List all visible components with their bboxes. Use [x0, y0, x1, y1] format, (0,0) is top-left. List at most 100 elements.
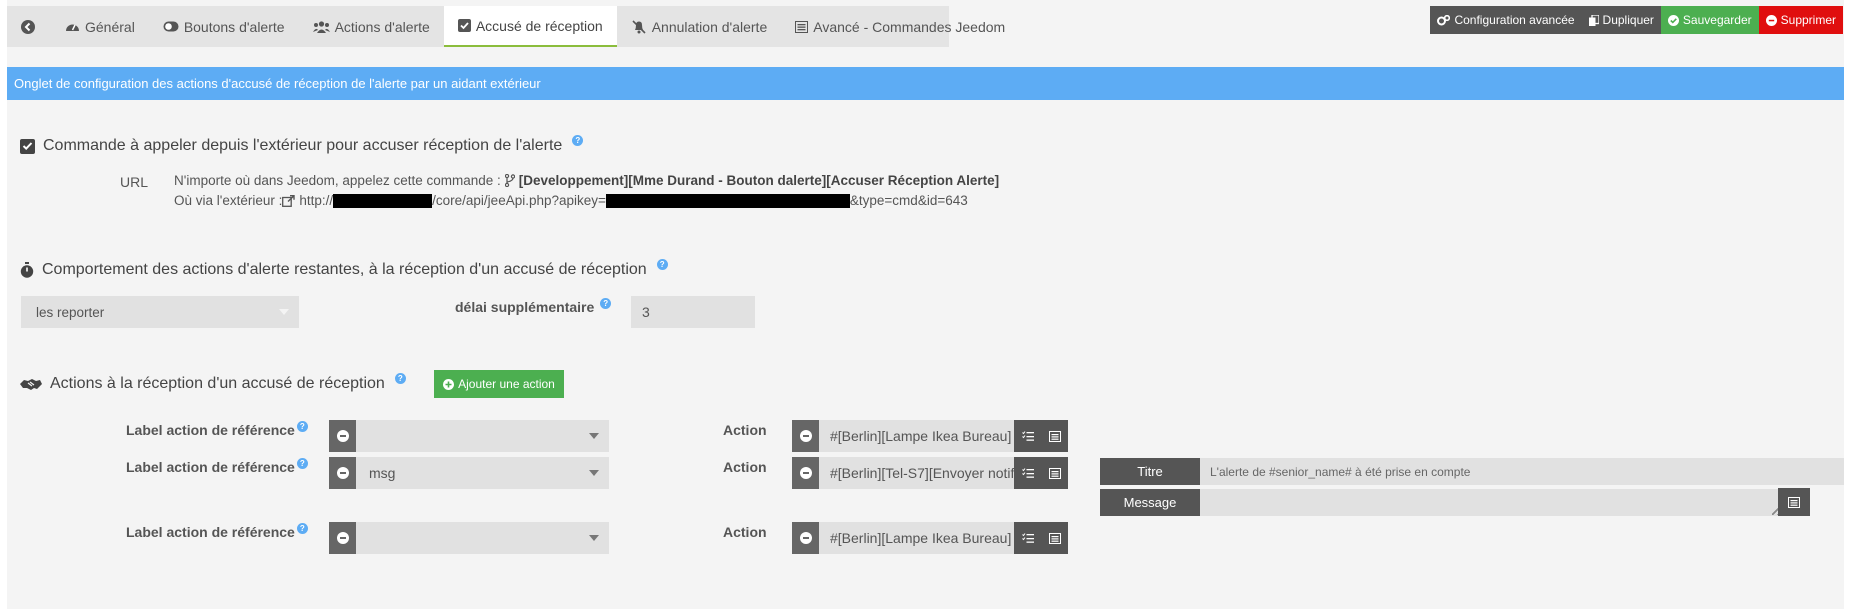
command-section-title: Commande à appeler depuis l'extérieur po…	[43, 137, 563, 154]
select-cmd-button-2[interactable]	[1041, 457, 1068, 489]
select-cmd-button-3[interactable]	[1041, 522, 1068, 554]
select-action-button-1[interactable]	[1014, 420, 1041, 452]
select-action-button-3[interactable]	[1014, 522, 1041, 554]
tab-boutons-alerte[interactable]: Boutons d'alerte	[149, 6, 299, 47]
external-url-prefix: Où via l'extérieur :	[174, 193, 283, 208]
delay-label-wrap: délai supplémentaire ?	[455, 298, 612, 315]
remove-ref-button-1[interactable]	[329, 420, 356, 452]
command-enable-checkbox[interactable]	[20, 138, 35, 154]
actions-section-title: Actions à la réception d'un accusé de ré…	[50, 375, 385, 392]
users-icon	[312, 20, 330, 33]
advanced-config-button[interactable]: Configuration avancée	[1430, 6, 1582, 34]
list-alt-icon	[1048, 532, 1061, 544]
chevron-down-icon	[589, 433, 599, 439]
delete-button[interactable]: Supprimer	[1758, 6, 1843, 34]
code-fork-icon	[504, 174, 515, 187]
handshake-icon	[20, 379, 42, 390]
check-circle-icon	[1667, 14, 1679, 26]
tab-bar: Général Boutons d'alerte Actions d'alert…	[7, 6, 1005, 47]
action-label-3: Action	[723, 524, 767, 540]
tab-general-label: Général	[85, 18, 135, 35]
minus-circle-icon	[336, 430, 349, 442]
actions-section-heading: Actions à la réception d'un accusé de ré…	[20, 372, 406, 393]
toolbar: Configuration avancée Dupliquer Sauvegar…	[1430, 6, 1843, 34]
check-icon	[22, 142, 33, 151]
behavior-section-title: Comportement des actions d'alerte restan…	[42, 261, 647, 278]
external-url-end[interactable]: &type=cmd&id=643	[850, 193, 968, 208]
duplicate-label: Dupliquer	[1602, 13, 1654, 27]
message-option-textarea[interactable]	[1200, 489, 1778, 516]
help-icon[interactable]: ?	[656, 258, 668, 270]
delay-input[interactable]: 3	[631, 296, 755, 328]
remove-action-button-1[interactable]	[792, 420, 819, 452]
behavior-select[interactable]: les reporter	[21, 296, 299, 328]
ref-select-1[interactable]	[356, 420, 609, 452]
duplicate-button[interactable]: Dupliquer	[1581, 6, 1661, 34]
tab-actions-alerte-label: Actions d'alerte	[334, 18, 430, 35]
url-line-external: Où via l'extérieur : http:// /core/api/j…	[174, 193, 968, 208]
remove-action-button-2[interactable]	[792, 457, 819, 489]
bell-slash-icon	[632, 19, 646, 34]
list-alt-icon	[1048, 430, 1061, 442]
internal-command-name[interactable]: [Developpement][Mme Durand - Bouton dale…	[519, 173, 999, 188]
tab-actions-alerte[interactable]: Actions d'alerte	[299, 6, 444, 47]
action-input-1[interactable]: #[Berlin][Lampe Ikea Bureau]	[819, 420, 1014, 452]
tasks-icon	[1021, 431, 1034, 441]
list-alt-icon	[795, 20, 809, 33]
action-input-2[interactable]: #[Berlin][Tel-S7][Envoyer notification]	[819, 457, 1014, 489]
save-button[interactable]: Sauvegarder	[1660, 6, 1759, 34]
tab-general[interactable]: Général	[51, 6, 149, 47]
ref-select-3[interactable]	[356, 522, 609, 554]
tab-avance-commandes[interactable]: Avancé - Commandes Jeedom	[781, 6, 1019, 47]
remove-ref-button-3[interactable]	[329, 522, 356, 554]
minus-circle-icon	[799, 430, 812, 442]
stopwatch-icon	[20, 262, 34, 278]
plus-circle-icon	[443, 378, 455, 390]
message-cmd-button[interactable]	[1778, 488, 1810, 516]
internal-command-prefix: N'importe où dans Jeedom, appelez cette …	[174, 173, 501, 188]
back-arrow-icon	[21, 19, 35, 34]
help-icon[interactable]: ?	[600, 298, 612, 309]
remove-ref-button-2[interactable]	[329, 457, 356, 489]
action-input-3[interactable]: #[Berlin][Lampe Ikea Bureau]	[819, 522, 1014, 554]
tab-accuse-reception[interactable]: Accusé de réception	[443, 6, 617, 47]
add-action-button[interactable]: Ajouter une action	[434, 370, 564, 398]
tab-boutons-alerte-label: Boutons d'alerte	[183, 18, 285, 35]
ref-label-1-text: Label action de référence	[126, 422, 295, 438]
help-icon[interactable]: ?	[394, 372, 406, 384]
external-link-icon	[282, 194, 296, 207]
ref-label-1: Label action de référence?	[126, 421, 308, 438]
message-option-label: Message	[1100, 489, 1200, 516]
ref-select-2[interactable]: msg	[356, 457, 609, 489]
tab-back[interactable]	[7, 6, 51, 47]
ref-select-2-value: msg	[369, 465, 396, 481]
title-option-input[interactable]: L'alerte de #senior_name# à été prise en…	[1200, 458, 1844, 485]
list-alt-icon	[1048, 467, 1061, 479]
tasks-icon	[1021, 468, 1034, 478]
dashboard-icon	[66, 24, 79, 31]
action-label-2: Action	[723, 459, 767, 475]
redacted-host	[333, 193, 433, 208]
tab-annulation-alerte[interactable]: Annulation d'alerte	[617, 6, 782, 47]
chevron-down-icon	[589, 470, 599, 476]
delete-label: Supprimer	[1780, 13, 1836, 27]
add-action-label: Ajouter une action	[458, 377, 555, 391]
help-icon[interactable]: ?	[296, 523, 308, 534]
cogs-icon	[1437, 14, 1451, 25]
delay-label: délai supplémentaire	[455, 299, 595, 315]
select-cmd-button-1[interactable]	[1041, 420, 1068, 452]
remove-action-button-3[interactable]	[792, 522, 819, 554]
ref-label-3: Label action de référence?	[126, 523, 308, 540]
tasks-icon	[1021, 533, 1034, 543]
chevron-down-icon	[279, 309, 289, 315]
help-icon[interactable]: ?	[572, 134, 584, 146]
minus-circle-icon	[1765, 14, 1777, 26]
advanced-config-label: Configuration avancée	[1454, 13, 1575, 27]
title-option-label: Titre	[1100, 458, 1200, 485]
select-action-button-2[interactable]	[1014, 457, 1041, 489]
help-icon[interactable]: ?	[296, 458, 308, 469]
url-line-internal: N'importe où dans Jeedom, appelez cette …	[174, 173, 999, 188]
external-url-path[interactable]: /core/api/jeeApi.php?apikey=	[432, 193, 606, 208]
external-url-http[interactable]: http://	[299, 193, 333, 208]
help-icon[interactable]: ?	[296, 421, 308, 432]
